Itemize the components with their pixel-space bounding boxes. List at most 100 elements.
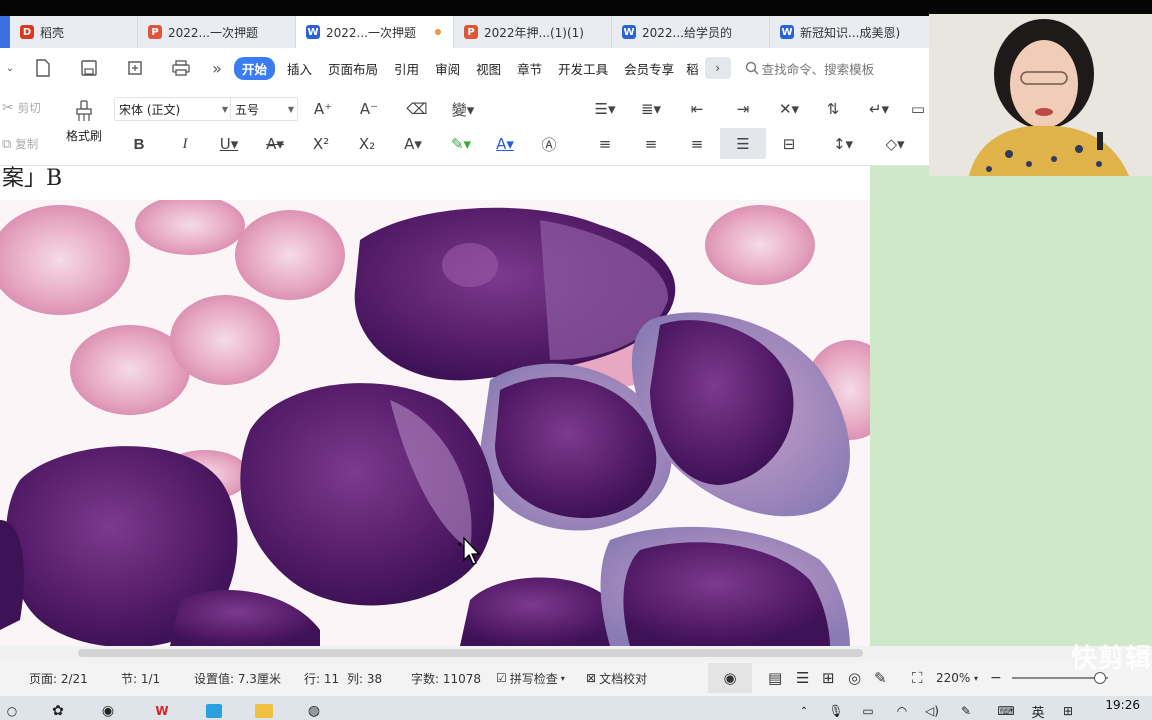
pen-tray-icon[interactable]: ✎ <box>956 701 976 720</box>
chinese-layout-icon[interactable]: ✕▾ <box>772 97 806 121</box>
increase-font-icon[interactable]: A⁺ <box>310 97 336 121</box>
line-spacing-icon[interactable]: ↕▾ <box>826 132 860 156</box>
justify-icon[interactable]: ☰ <box>720 128 766 159</box>
spell-check-button[interactable]: ☑ 拼写检查 ▾ <box>496 670 565 687</box>
character-border-icon[interactable]: Ⓐ <box>536 132 562 156</box>
print-icon[interactable] <box>158 48 204 88</box>
presenter-webcam <box>929 14 1152 176</box>
eye-protection-icon[interactable]: ◉ <box>708 663 752 693</box>
underline-icon[interactable]: U▾ <box>212 132 246 156</box>
align-right-icon[interactable]: ≡ <box>684 132 710 156</box>
keyboard-icon[interactable]: ⌨ <box>996 701 1016 720</box>
reading-view-icon[interactable]: ⊞ <box>822 669 835 687</box>
format-painter-icon[interactable] <box>64 98 104 124</box>
web-view-icon[interactable]: ◎ <box>848 669 861 687</box>
wps-icon[interactable]: W <box>152 701 172 720</box>
chevron-up-icon[interactable]: ⌃ <box>794 701 814 720</box>
strikethrough-icon[interactable]: A▾ <box>258 132 292 156</box>
browser-icon[interactable]: ◉ <box>98 701 118 720</box>
save-icon[interactable] <box>66 48 112 88</box>
windows-taskbar: ○ ✿ ◉ W ◍ ⌃ 🎙 ▭ ◠ ◁) ✎ ⌨ 英 ⊞ 19:26 <box>0 696 1152 720</box>
superscript-icon[interactable]: X² <box>308 132 334 156</box>
tab-ppt-2[interactable]: P 2022年押...(1)(1) <box>454 16 612 48</box>
outline-view-icon[interactable]: ☰ <box>796 669 809 687</box>
microphone-icon[interactable]: 🎙 <box>826 701 846 720</box>
format-painter-label[interactable]: 格式刷 <box>60 126 108 144</box>
numbered-list-icon[interactable]: ≣▾ <box>634 97 668 121</box>
menu-more-button[interactable]: › <box>704 57 731 79</box>
text-effect-icon[interactable]: A▾ <box>396 132 430 156</box>
volume-icon[interactable]: ◁) <box>922 701 942 720</box>
tab-word-3[interactable]: W 新冠知识...成美恩) <box>770 16 930 48</box>
tab-ppt-1[interactable]: P 2022...一次押题 <box>138 16 296 48</box>
menu-developer[interactable]: 开发工具 <box>550 59 616 78</box>
menu-view[interactable]: 视图 <box>468 59 509 78</box>
menu-insert[interactable]: 插入 <box>279 59 320 78</box>
doc-proof-button[interactable]: ⊠ 文档校对 <box>586 670 647 687</box>
clear-format-icon[interactable]: ⌫ <box>404 97 430 121</box>
menu-review[interactable]: 审阅 <box>427 59 468 78</box>
pinyin-guide-icon[interactable]: 變▾ <box>446 97 480 121</box>
font-name-select[interactable]: 宋体 (正文) ▼ <box>114 97 232 121</box>
menu-references[interactable]: 引用 <box>386 59 427 78</box>
bullet-list-icon[interactable]: ☰▾ <box>588 97 622 121</box>
wifi-icon[interactable]: ◠ <box>892 701 912 720</box>
decrease-font-icon[interactable]: A⁻ <box>356 97 382 121</box>
menu-member[interactable]: 会员专享 <box>616 59 682 78</box>
ruler-icon[interactable]: ▭ <box>908 97 928 121</box>
italic-icon[interactable]: I <box>172 132 198 156</box>
ime-language[interactable]: 英 <box>1028 701 1048 720</box>
decrease-indent-icon[interactable]: ⇤ <box>684 97 710 121</box>
cut-button[interactable]: ✂ 剪切 <box>2 100 41 116</box>
copy-button[interactable]: ⧉ 复制 <box>2 136 38 152</box>
shading-icon[interactable]: ◇▾ <box>878 132 912 156</box>
sort-icon[interactable]: ⇅ <box>820 97 846 121</box>
recorder-icon[interactable]: ◍ <box>304 701 324 720</box>
status-page[interactable]: 页面: 2/21 <box>29 670 88 687</box>
tab-word-active[interactable]: W 2022...一次押题 <box>296 16 454 48</box>
menu-chapter[interactable]: 章节 <box>509 59 550 78</box>
more-quick-access-icon[interactable]: » <box>204 48 230 88</box>
new-file-icon[interactable] <box>20 48 66 88</box>
subscript-icon[interactable]: X₂ <box>354 132 380 156</box>
app-icon[interactable]: ✿ <box>48 701 68 720</box>
status-word-count[interactable]: 字数: 11078 <box>411 670 481 687</box>
menu-start[interactable]: 开始 <box>234 56 276 80</box>
zoom-level[interactable]: 220% <box>936 671 970 685</box>
zoom-slider[interactable] <box>1012 672 1108 684</box>
tab-word-2[interactable]: W 2022...给学员的 <box>612 16 770 48</box>
show-hide-marks-icon[interactable]: ↵▾ <box>862 97 896 121</box>
menu-docer[interactable]: 稻 <box>682 59 703 78</box>
distributed-align-icon[interactable]: ⊟ <box>776 132 802 156</box>
zoom-out-icon[interactable]: − <box>990 670 1002 686</box>
pen-icon[interactable]: ✎ <box>874 669 887 687</box>
search-icon[interactable]: ○ <box>2 701 22 720</box>
chevron-down-icon[interactable]: ⌄ <box>0 48 20 88</box>
note-app-icon[interactable] <box>204 701 224 720</box>
document-tab-bar: D 稻壳 P 2022...一次押题 W 2022...一次押题 P 2022年… <box>0 16 930 48</box>
align-left-icon[interactable]: ≡ <box>592 132 618 156</box>
network-icon[interactable]: ▭ <box>858 701 878 720</box>
export-pdf-icon[interactable] <box>112 48 158 88</box>
align-center-icon[interactable]: ≡ <box>638 132 664 156</box>
fit-page-icon[interactable]: ⛶ <box>912 669 923 687</box>
menu-page-layout[interactable]: 页面布局 <box>320 59 386 78</box>
system-clock[interactable]: 19:26 <box>1105 698 1140 712</box>
chevron-down-icon[interactable]: ▾ <box>974 674 978 683</box>
status-setting: 设置值: 7.3厘米 <box>194 671 281 686</box>
horizontal-scrollbar[interactable] <box>0 646 1152 660</box>
tab-label: 2022年押...(1)(1) <box>484 25 584 40</box>
ime-grid-icon[interactable]: ⊞ <box>1058 701 1078 720</box>
page-view-icon[interactable]: ▤ <box>768 669 782 687</box>
bold-icon[interactable]: B <box>126 132 152 156</box>
command-search[interactable]: 查找命令、搜索模板 <box>745 59 874 78</box>
highlight-icon[interactable]: ✎▾ <box>444 132 478 156</box>
scrollbar-thumb[interactable] <box>78 649 863 657</box>
file-explorer-icon[interactable] <box>254 701 274 720</box>
increase-indent-icon[interactable]: ⇥ <box>730 97 756 121</box>
font-color-icon[interactable]: A▾ <box>488 132 522 156</box>
status-line: 行: 11 <box>304 671 340 686</box>
copy-label: 复制 <box>15 137 39 151</box>
font-size-select[interactable]: 五号 ▼ <box>230 97 298 121</box>
tab-docer[interactable]: D 稻壳 <box>10 16 138 48</box>
